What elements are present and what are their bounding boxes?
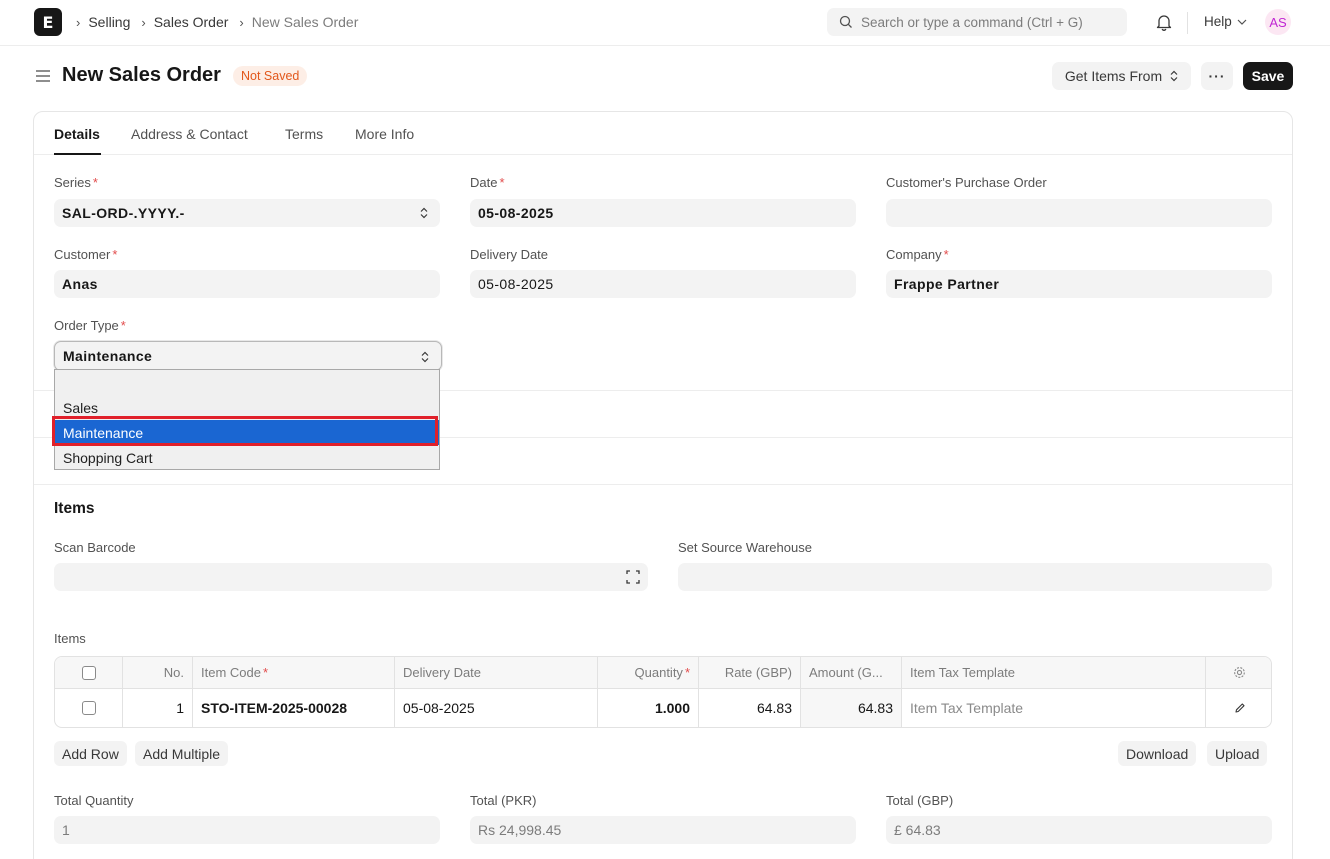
get-items-from-button[interactable]: Get Items From xyxy=(1052,62,1191,90)
breadcrumb-new-sales-order[interactable]: New Sales Order xyxy=(252,14,359,30)
tab-more-info[interactable]: More Info xyxy=(355,126,414,142)
company-field[interactable]: Frappe Partner xyxy=(886,270,1272,298)
source-warehouse-field[interactable] xyxy=(678,563,1272,591)
order-type-option-shopping-cart[interactable]: Shopping Cart xyxy=(55,445,439,470)
col-no: No. xyxy=(123,657,193,688)
chevron-right-icon: › xyxy=(76,14,81,30)
total-pkr-field: Rs 24,998.45 xyxy=(470,816,856,844)
form-tabs: Details Address & Contact Terms More Inf… xyxy=(34,112,1292,155)
total-quantity-field: 1 xyxy=(54,816,440,844)
date-field[interactable]: 05-08-2025 xyxy=(470,199,856,227)
row-no: 1 xyxy=(123,689,193,727)
upload-button[interactable]: Upload xyxy=(1207,741,1268,766)
chevron-right-icon: › xyxy=(239,14,244,30)
series-label: Series * xyxy=(54,175,98,190)
app-logo[interactable]: E xyxy=(34,8,62,36)
row-rate[interactable]: 64.83 xyxy=(699,689,801,727)
row-item-tax-template[interactable]: Item Tax Template xyxy=(902,689,1206,727)
scan-barcode-label: Scan Barcode xyxy=(54,540,136,555)
select-arrows-icon xyxy=(1170,70,1178,82)
delivery-date-label: Delivery Date xyxy=(470,247,549,262)
active-tab-indicator xyxy=(54,153,101,155)
items-table: No. Item Code * Delivery Date Quantity * R… xyxy=(54,656,1272,728)
edit-icon[interactable] xyxy=(1234,702,1246,714)
column-settings-cell xyxy=(1206,657,1271,688)
series-select[interactable]: SAL-ORD-.YYYY.- xyxy=(54,199,440,227)
customer-po-label: Customer's Purchase Order xyxy=(886,175,1047,190)
col-item-tax-template: Item Tax Template xyxy=(902,657,1206,688)
items-table-label: Items xyxy=(54,631,86,646)
row-item-code[interactable]: STO-ITEM-2025-00028 xyxy=(193,689,395,727)
order-type-label: Order Type * xyxy=(54,318,126,333)
customer-field[interactable]: Anas xyxy=(54,270,440,298)
col-quantity: Quantity * xyxy=(598,657,699,688)
total-quantity-label: Total Quantity xyxy=(54,793,134,808)
order-type-select[interactable]: Maintenance xyxy=(54,341,442,371)
date-label: Date * xyxy=(470,175,505,190)
breadcrumb-selling[interactable]: Selling xyxy=(88,14,130,30)
company-label: Company * xyxy=(886,247,949,262)
select-arrows-icon xyxy=(420,207,428,219)
row-amount: 64.83 xyxy=(801,689,902,727)
customer-po-field[interactable] xyxy=(886,199,1272,227)
save-button[interactable]: Save xyxy=(1243,62,1293,90)
tab-address-contact[interactable]: Address & Contact xyxy=(131,126,248,142)
chevron-right-icon: › xyxy=(141,14,146,30)
order-type-option-sales[interactable]: Sales xyxy=(55,395,439,420)
section-divider xyxy=(34,484,1292,485)
breadcrumb-sales-order[interactable]: Sales Order xyxy=(154,14,229,30)
delivery-date-field[interactable]: 05-08-2025 xyxy=(470,270,856,298)
col-amount: Amount (G... xyxy=(801,657,902,688)
table-row[interactable]: 1 STO-ITEM-2025-00028 05-08-2025 1.000 6… xyxy=(55,689,1271,727)
order-type-option-maintenance[interactable]: Maintenance xyxy=(55,420,439,445)
row-select-cell xyxy=(55,689,123,727)
source-warehouse-label: Set Source Warehouse xyxy=(678,540,812,555)
search-input[interactable] xyxy=(861,14,1121,30)
navbar-divider xyxy=(1187,12,1188,34)
select-all-checkbox[interactable] xyxy=(81,665,96,680)
add-multiple-button[interactable]: Add Multiple xyxy=(135,741,229,766)
page-title: New Sales Order xyxy=(62,64,221,86)
gear-icon[interactable] xyxy=(1233,666,1246,679)
search-bar[interactable] xyxy=(827,8,1127,36)
items-section-title: Items xyxy=(54,500,95,517)
row-delivery-date[interactable]: 05-08-2025 xyxy=(395,689,598,727)
col-delivery-date: Delivery Date xyxy=(395,657,598,688)
col-rate: Rate (GBP) xyxy=(699,657,801,688)
search-icon xyxy=(839,15,852,28)
status-badge: Not Saved xyxy=(233,66,308,86)
total-gbp-label: Total (GBP) xyxy=(886,793,954,808)
avatar[interactable]: AS xyxy=(1265,9,1291,35)
sidebar-toggle-icon[interactable] xyxy=(36,69,50,83)
tab-details[interactable]: Details xyxy=(54,126,100,142)
row-edit-cell xyxy=(1206,689,1271,727)
help-label: Help xyxy=(1204,14,1232,29)
row-checkbox[interactable] xyxy=(81,701,96,715)
form-card: Details Address & Contact Terms More Inf… xyxy=(33,111,1293,859)
select-arrows-icon xyxy=(421,351,429,363)
order-type-option-blank[interactable] xyxy=(55,370,439,395)
download-button[interactable]: Download xyxy=(1118,741,1197,766)
add-row-button[interactable]: Add Row xyxy=(54,741,127,766)
col-item-code: Item Code * xyxy=(193,657,395,688)
customer-label: Customer * xyxy=(54,247,118,262)
get-items-from-label: Get Items From xyxy=(1064,68,1163,84)
select-all-cell xyxy=(55,657,123,688)
chevron-down-icon xyxy=(1237,19,1247,25)
scan-icon[interactable] xyxy=(626,570,640,584)
breadcrumb: › Selling › Sales Order › New Sales Orde… xyxy=(76,0,369,44)
order-type-dropdown: Sales Maintenance Shopping Cart xyxy=(54,369,440,470)
scan-barcode-field[interactable] xyxy=(54,563,648,591)
table-header: No. Item Code * Delivery Date Quantity * R… xyxy=(55,657,1271,689)
tab-terms[interactable]: Terms xyxy=(285,126,323,142)
bell-icon[interactable] xyxy=(1156,13,1172,31)
total-pkr-label: Total (PKR) xyxy=(470,793,537,808)
top-navbar: E › Selling › Sales Order › New Sales Or… xyxy=(0,0,1330,46)
help-menu[interactable]: Help xyxy=(1204,14,1247,29)
total-gbp-field: £ 64.83 xyxy=(886,816,1272,844)
row-quantity[interactable]: 1.000 xyxy=(598,689,699,727)
more-actions-button[interactable]: ··· xyxy=(1201,62,1233,90)
